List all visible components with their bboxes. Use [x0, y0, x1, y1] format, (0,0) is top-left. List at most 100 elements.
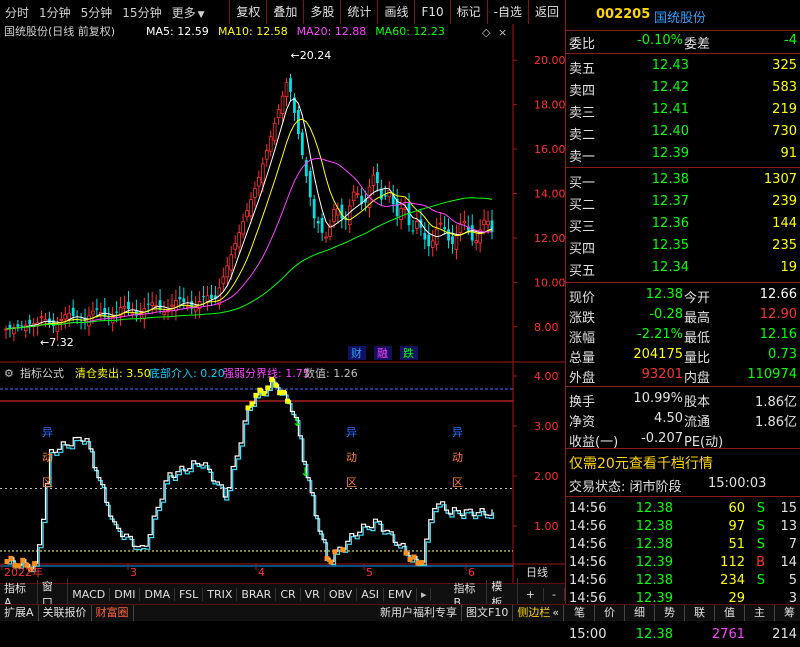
indicator-tab-7[interactable]: BRAR — [237, 587, 277, 601]
quote-tab-4[interactable]: 联 — [685, 605, 715, 621]
candle-body — [308, 171, 312, 198]
indicator-tab-10[interactable]: OBV — [325, 587, 358, 601]
indicator-label-2: 强弱分界线: 1.75 — [223, 366, 310, 380]
close-icon[interactable]: × — [498, 26, 507, 39]
oversold-mark — [20, 557, 26, 563]
anomaly-zone-label-2: 异 — [452, 426, 463, 439]
indicator-tab-5[interactable]: FSL — [175, 587, 204, 601]
indicator-label-3: 数值: 1.26 — [304, 367, 358, 380]
promo-link[interactable]: 仅需20元查看千档行情 — [569, 453, 713, 473]
toolbar-button-4[interactable]: 画线 — [377, 0, 414, 24]
candle-body — [351, 191, 356, 202]
kline-chart[interactable]: 国统股份(日线 前复权) MA5: 12.59 MA10: 12.58 MA20: 1… — [0, 24, 566, 583]
tick-row-7: 15:00 12.38 2761 214 — [566, 624, 800, 647]
add-tab-button[interactable]: + — [518, 587, 544, 601]
y-tick-label-2: 16.00 — [534, 143, 565, 156]
sep-5 — [566, 448, 800, 449]
remove-tab-button[interactable]: - — [544, 587, 565, 601]
sep-2 — [566, 167, 800, 168]
stock-name[interactable]: 国统股份 — [654, 7, 706, 26]
quote-tab-1[interactable]: 价 — [595, 605, 625, 621]
stat-value2: 0.73 — [768, 347, 797, 362]
weidiff-label: 委差 — [684, 37, 711, 52]
sep-1 — [566, 53, 800, 54]
ind-tick-label-2: 2.00 — [534, 470, 559, 483]
candle-body — [371, 174, 376, 187]
period-tab-3[interactable]: 15分钟 — [117, 4, 166, 21]
quote-tab-2[interactable]: 细 — [625, 605, 655, 621]
toolbar-button-6[interactable]: 标记 — [449, 0, 487, 24]
indicator-tab-6[interactable]: TRIX — [203, 587, 238, 601]
buy-price: 12.35 — [651, 238, 689, 253]
tick-time: 14:56 — [569, 501, 607, 516]
y-tick-label-5: 10.00 — [534, 276, 565, 289]
toolbar-button-7[interactable]: -自选 — [486, 0, 528, 24]
bottom-mid-tab-2[interactable]: 侧边栏 « — [513, 605, 565, 621]
event-badge-text-0: 财 — [351, 346, 362, 360]
tick-vol: 97 — [728, 519, 745, 534]
stock-code: 002205 — [596, 7, 651, 22]
toolbar-button-3[interactable]: 统计 — [340, 0, 377, 24]
x-tick-label-3: 5 — [366, 566, 373, 579]
period-tab-2[interactable]: 5分钟 — [76, 4, 118, 21]
candle-body — [324, 236, 328, 239]
gear-icon[interactable]: ⚙ — [4, 367, 14, 380]
indicator-tab-2[interactable]: MACD — [68, 587, 111, 601]
sell-vol: 730 — [772, 124, 797, 139]
toolbar-button-5[interactable]: F10 — [414, 0, 449, 24]
period-tab-0[interactable]: 分时 — [0, 4, 34, 21]
overbought-mark — [265, 385, 271, 391]
buy-label: 买一 — [569, 176, 596, 191]
chart-area[interactable]: 国统股份(日线 前复权) MA5: 12.59 MA10: 12.58 MA20: 1… — [0, 24, 566, 604]
sell-vol: 91 — [780, 146, 797, 161]
period-tab-1[interactable]: 1分钟 — [34, 4, 76, 21]
bottom-mid-tab-1[interactable]: 图文F10 — [462, 605, 514, 621]
candle-body — [403, 207, 407, 210]
period-label[interactable]: 日线 — [526, 565, 548, 579]
diamond-icon[interactable]: ◇ — [482, 26, 491, 39]
anomaly-zone-label-2: 区 — [452, 476, 463, 489]
tick-time: 14:56 — [569, 519, 607, 534]
indicator-tab-12[interactable]: EMV — [384, 587, 417, 601]
indicator-tab-8[interactable]: CR — [276, 587, 301, 601]
bottom-tab-0[interactable]: 扩展A — [0, 605, 39, 621]
toolbar-button-0[interactable]: 复权 — [229, 0, 266, 24]
indicator-tab-11[interactable]: ASI — [357, 587, 384, 601]
candle-body — [237, 232, 241, 248]
stat2-value: 10.99% — [633, 391, 683, 406]
event-badge-text-2: 跌 — [403, 346, 414, 360]
toolbar-button-8[interactable]: 返回 — [527, 0, 565, 24]
toolbar-button-2[interactable]: 多股 — [303, 0, 340, 24]
quote-tab-6[interactable]: 主 — [745, 605, 775, 621]
period-tab-4[interactable]: 更多 ▼ — [167, 4, 210, 21]
sell-label: 卖五 — [569, 62, 596, 77]
bottom-tab-2[interactable]: 财富圈 — [92, 605, 134, 621]
sell-price: 12.42 — [651, 80, 689, 95]
candle-body — [71, 307, 75, 316]
bottom-mid-tab-0[interactable]: 新用户福利专享 — [376, 605, 462, 621]
indicator-tab-9[interactable]: VR — [301, 587, 325, 601]
quote-tab-3[interactable]: 势 — [655, 605, 685, 621]
candle-body — [355, 193, 360, 196]
buy-price: 12.37 — [651, 194, 689, 209]
candle-body — [438, 222, 443, 225]
quote-tab-5[interactable]: 值 — [715, 605, 745, 621]
tab-scroll-icon[interactable]: ▸ — [417, 587, 432, 601]
stat-value2: 12.16 — [759, 327, 797, 342]
ind-tick-label-1: 3.00 — [534, 420, 559, 433]
anomaly-zone-label-1: 异 — [346, 426, 357, 439]
quote-tab-7[interactable]: 筹 — [775, 605, 800, 621]
candle-body — [272, 122, 277, 141]
tick-count: 14 — [780, 555, 797, 570]
quote-tab-0[interactable]: 笔 — [565, 605, 595, 621]
indicator-tab-3[interactable]: DMI — [110, 587, 141, 601]
toolbar-button-1[interactable]: 叠加 — [266, 0, 303, 24]
indicator-tab-4[interactable]: DMA — [140, 587, 175, 601]
candle-body — [470, 225, 474, 241]
candle-body — [415, 221, 419, 229]
candle-body — [127, 301, 130, 310]
bottom-tab-1[interactable]: 关联报价 — [39, 605, 92, 621]
buy-label: 买二 — [569, 198, 596, 213]
sell-label: 卖四 — [569, 84, 596, 99]
tick-price: 12.38 — [635, 519, 673, 534]
